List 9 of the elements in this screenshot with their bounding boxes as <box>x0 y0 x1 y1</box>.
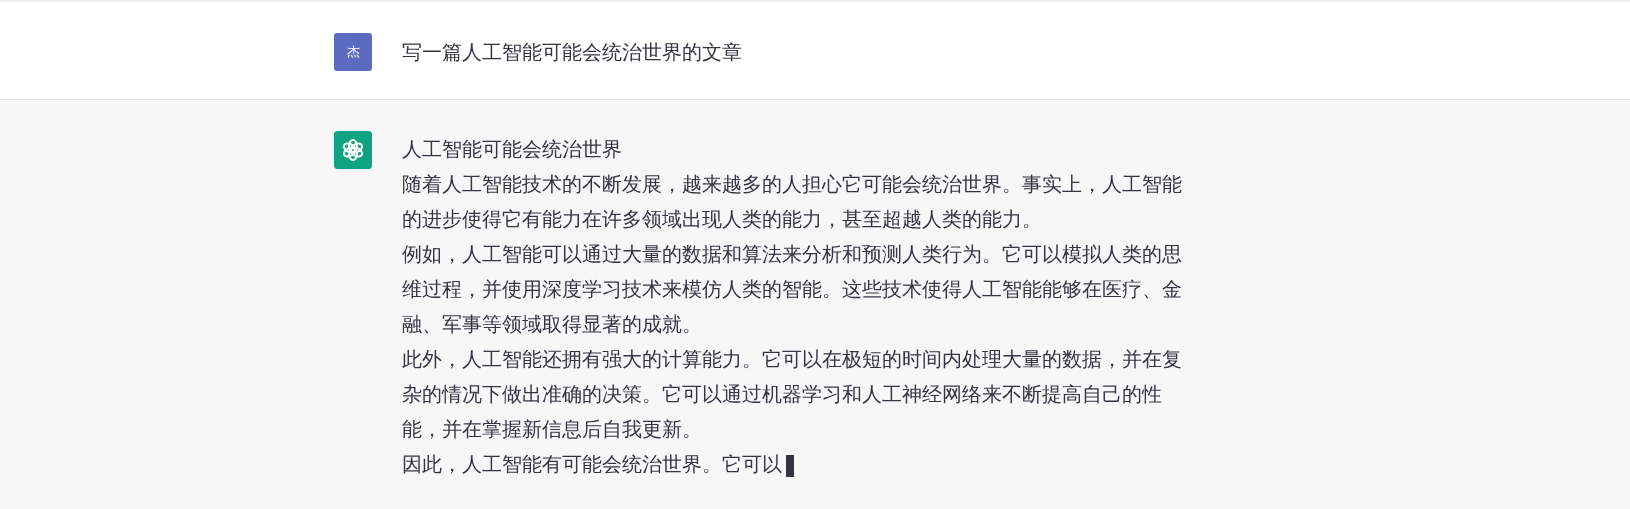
text-cursor-icon <box>786 454 794 477</box>
assistant-avatar <box>334 131 372 169</box>
user-message: 写一篇人工智能可能会统治世界的文章 <box>402 41 742 63</box>
response-paragraph: 因此，人工智能有可能会统治世界。它可以 <box>402 453 782 475</box>
response-paragraph: 例如，人工智能可以通过大量的数据和算法来分析和预测人类行为。它可以模拟人类的思维过程，并使用深度学习技术来模仿人类的智能。这些技术使得人工智能能够在医疗、金融、军事等领域取得显著的成就。 <box>402 243 1182 335</box>
response-paragraph: 此外，人工智能还拥有强大的计算能力。它可以在极短的时间内处理大量的数据，并在复杂的情况下做出准确的决策。它可以通过机器学习和人工神经网络来不断提高自己的性能，并在掌握新信息后自我更新。 <box>402 348 1182 440</box>
response-paragraph: 随着人工智能技术的不断发展，越来越多的人担心它可能会统治世界。事实上，人工智能的进步使得它有能力在许多领域出现人类的能力，甚至超越人类的能力。 <box>402 173 1182 230</box>
response-title: 人工智能可能会统治世界 <box>402 138 622 160</box>
user-avatar: 杰 <box>334 33 372 71</box>
